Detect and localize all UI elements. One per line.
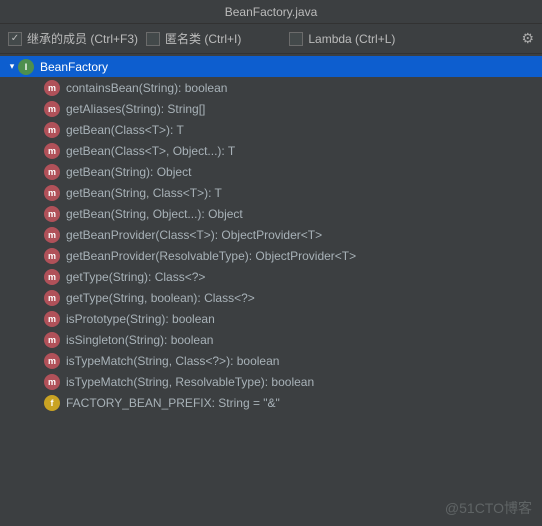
- class-name: BeanFactory: [40, 60, 108, 74]
- method-icon: m: [44, 248, 60, 264]
- gear-icon[interactable]: ⚙: [521, 30, 534, 47]
- member-signature: getBean(String, Object...): Object: [66, 207, 243, 221]
- checkbox-label: Lambda (Ctrl+L): [308, 32, 395, 46]
- member-signature: containsBean(String): boolean: [66, 81, 227, 95]
- tree-member-node[interactable]: m isPrototype(String): boolean: [0, 308, 542, 329]
- checkbox-icon: [146, 32, 160, 46]
- member-signature: isPrototype(String): boolean: [66, 312, 215, 326]
- member-signature: isTypeMatch(String, Class<?>): boolean: [66, 354, 279, 368]
- tree-member-node[interactable]: m getBeanProvider(Class<T>): ObjectProvid…: [0, 224, 542, 245]
- member-signature: getBean(Class<T>, Object...): T: [66, 144, 235, 158]
- method-icon: m: [44, 311, 60, 327]
- tree-member-node[interactable]: m getBeanProvider(ResolvableType): Object…: [0, 245, 542, 266]
- tree-member-node[interactable]: f FACTORY_BEAN_PREFIX: String = "&": [0, 392, 542, 413]
- watermark: @51CTO博客: [445, 498, 532, 518]
- chevron-down-icon[interactable]: ▾: [6, 61, 18, 72]
- tree-member-node[interactable]: m getType(String): Class<?>: [0, 266, 542, 287]
- structure-tree: ▾ I BeanFactory m containsBean(String): b…: [0, 54, 542, 413]
- tree-root-node[interactable]: ▾ I BeanFactory: [0, 56, 542, 77]
- member-signature: getBeanProvider(ResolvableType): ObjectP…: [66, 249, 356, 263]
- member-signature: getBean(Class<T>): T: [66, 123, 184, 137]
- tree-member-node[interactable]: m containsBean(String): boolean: [0, 77, 542, 98]
- lambda-checkbox[interactable]: Lambda (Ctrl+L): [289, 32, 395, 46]
- tree-member-node[interactable]: m getBean(Class<T>): T: [0, 119, 542, 140]
- field-icon: f: [44, 395, 60, 411]
- member-signature: getBean(String, Class<T>): T: [66, 186, 222, 200]
- method-icon: m: [44, 332, 60, 348]
- tree-member-node[interactable]: m isTypeMatch(String, Class<?>): boolean: [0, 350, 542, 371]
- checkbox-label: 继承的成员 (Ctrl+F3): [27, 30, 138, 47]
- checkbox-icon: [289, 32, 303, 46]
- member-signature: getType(String, boolean): Class<?>: [66, 291, 255, 305]
- interface-icon: I: [18, 59, 34, 75]
- method-icon: m: [44, 290, 60, 306]
- tree-member-node[interactable]: m getType(String, boolean): Class<?>: [0, 287, 542, 308]
- tree-member-node[interactable]: m isSingleton(String): boolean: [0, 329, 542, 350]
- method-icon: m: [44, 101, 60, 117]
- window-title: BeanFactory.java: [0, 0, 542, 24]
- tree-member-node[interactable]: m isTypeMatch(String, ResolvableType): bo…: [0, 371, 542, 392]
- anonymous-classes-checkbox[interactable]: 匿名类 (Ctrl+I): [146, 30, 241, 47]
- method-icon: m: [44, 164, 60, 180]
- member-signature: getBean(String): Object: [66, 165, 191, 179]
- method-icon: m: [44, 122, 60, 138]
- member-signature: getAliases(String): String[]: [66, 102, 205, 116]
- member-signature: getBeanProvider(Class<T>): ObjectProvide…: [66, 228, 322, 242]
- method-icon: m: [44, 185, 60, 201]
- member-signature: FACTORY_BEAN_PREFIX: String = "&": [66, 396, 280, 410]
- method-icon: m: [44, 206, 60, 222]
- tree-member-node[interactable]: m getBean(Class<T>, Object...): T: [0, 140, 542, 161]
- tree-member-node[interactable]: m getBean(String): Object: [0, 161, 542, 182]
- method-icon: m: [44, 374, 60, 390]
- member-signature: getType(String): Class<?>: [66, 270, 205, 284]
- method-icon: m: [44, 80, 60, 96]
- inherited-members-checkbox[interactable]: 继承的成员 (Ctrl+F3): [8, 30, 138, 47]
- checkbox-label: 匿名类 (Ctrl+I): [165, 30, 241, 47]
- checkbox-icon: [8, 32, 22, 46]
- method-icon: m: [44, 143, 60, 159]
- member-signature: isSingleton(String): boolean: [66, 333, 213, 347]
- tree-member-node[interactable]: m getAliases(String): String[]: [0, 98, 542, 119]
- tree-member-node[interactable]: m getBean(String, Class<T>): T: [0, 182, 542, 203]
- tree-member-node[interactable]: m getBean(String, Object...): Object: [0, 203, 542, 224]
- method-icon: m: [44, 227, 60, 243]
- member-signature: isTypeMatch(String, ResolvableType): boo…: [66, 375, 314, 389]
- method-icon: m: [44, 269, 60, 285]
- method-icon: m: [44, 353, 60, 369]
- filter-toolbar: 继承的成员 (Ctrl+F3) 匿名类 (Ctrl+I) Lambda (Ctr…: [0, 24, 542, 54]
